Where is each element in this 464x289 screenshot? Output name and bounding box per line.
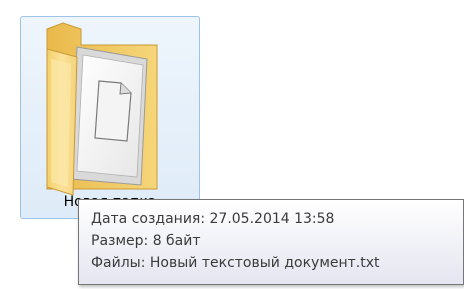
folder-icon[interactable] (37, 19, 177, 199)
folder-item[interactable]: Новая папка (20, 16, 200, 219)
tooltip-files: Файлы: Новый текстовый документ.txt (91, 255, 380, 271)
folder-info-tooltip: Дата создания: 27.05.2014 13:58 Размер: … (78, 199, 464, 285)
tooltip-created-date: Дата создания: 27.05.2014 13:58 (91, 211, 335, 227)
tooltip-size: Размер: 8 байт (91, 233, 201, 249)
